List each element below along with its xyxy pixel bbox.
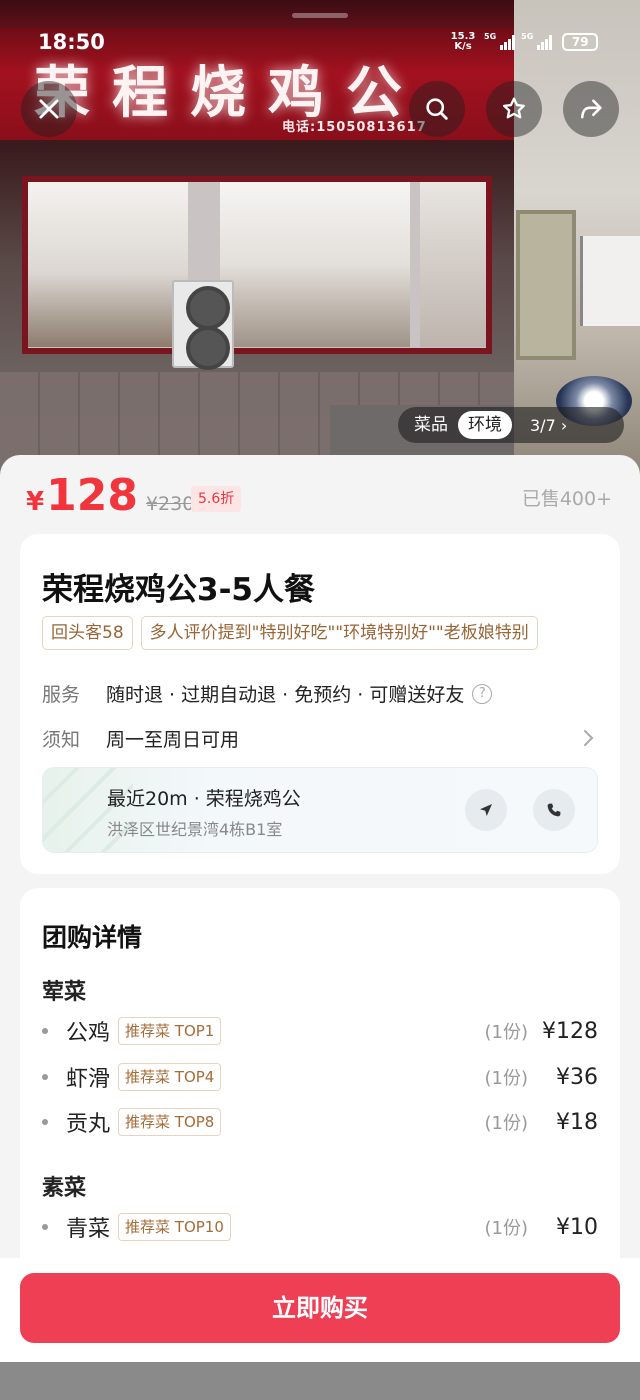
original-price: ¥230 <box>145 493 195 515</box>
deal-card: 荣程烧鸡公3-5人餐 回头客58 多人评价提到"特别好吃""环境特别好""老板娘… <box>20 534 620 874</box>
dish-quantity: (1份) <box>484 1022 529 1043</box>
dish-quantity: (1份) <box>484 1068 529 1089</box>
shop-window <box>420 182 486 347</box>
service-value: 随时退 · 过期自动退 · 免预约 · 可赠送好友 <box>106 684 465 706</box>
dish-name: 贡丸 <box>66 1112 111 1137</box>
battery-icon: 79 <box>562 33 599 51</box>
signal-icon <box>500 34 516 50</box>
interior-door <box>516 210 576 360</box>
system-nav-bar <box>0 1362 640 1400</box>
bullet <box>42 1028 48 1034</box>
notice-row[interactable]: 须知 周一至周日可用 <box>42 725 598 752</box>
search-button[interactable] <box>409 81 465 137</box>
signal-label: 5G <box>521 32 534 41</box>
share-icon <box>580 99 602 119</box>
bullet <box>42 1119 48 1125</box>
dish-price: ¥18 <box>556 1109 598 1135</box>
shop-window <box>28 182 188 347</box>
recommend-tag: 推荐菜 TOP4 <box>118 1063 222 1091</box>
gallery-tabs: 菜品 环境 3/7 › <box>398 407 624 443</box>
review-tags: 回头客58 多人评价提到"特别好吃""环境特别好""老板娘特别 <box>42 616 620 650</box>
navigate-button[interactable] <box>465 789 507 831</box>
dish-price: ¥10 <box>556 1214 598 1240</box>
repeat-customer-tag[interactable]: 回头客58 <box>42 616 133 650</box>
interior-table <box>580 236 640 326</box>
status-icons: 15.3 K/s 5G 5G 79 <box>448 31 599 52</box>
recommend-tag: 推荐菜 TOP10 <box>118 1213 231 1241</box>
group-title-meat: 荤菜 <box>42 980 87 1005</box>
signal-icon <box>537 34 553 50</box>
dish-row: 青菜 推荐菜 TOP10 (1份) ¥10 <box>42 1212 598 1242</box>
close-button[interactable] <box>21 81 77 137</box>
search-icon <box>426 98 448 120</box>
shop-door <box>220 182 410 347</box>
review-highlight-tag[interactable]: 多人评价提到"特别好吃""环境特别好""老板娘特别 <box>140 616 538 650</box>
group-buy-details-card: 团购详情 荤菜 公鸡 推荐菜 TOP1 (1份) ¥128 虾滑 推荐菜 TOP… <box>20 888 620 1308</box>
deal-title: 荣程烧鸡公3-5人餐 <box>42 572 316 608</box>
bullet <box>42 1224 48 1230</box>
gallery-counter[interactable]: 3/7 › <box>530 416 567 435</box>
tab-dishes[interactable]: 菜品 <box>404 411 458 439</box>
favorite-button[interactable] <box>486 81 542 137</box>
star-icon <box>503 97 525 119</box>
address-detail: 洪泽区世纪景湾4栋B1室 <box>107 820 283 839</box>
service-row[interactable]: 服务 随时退 · 过期自动退 · 免预约 · 可赠送好友 ? <box>42 680 598 707</box>
price-currency: ¥ <box>26 487 45 517</box>
dish-name: 虾滑 <box>66 1067 111 1092</box>
ac-unit <box>172 280 234 370</box>
tab-environment[interactable]: 环境 <box>458 411 512 439</box>
dish-name: 青菜 <box>66 1217 111 1242</box>
phone-icon <box>547 803 561 817</box>
dish-quantity: (1份) <box>484 1218 529 1239</box>
service-label: 服务 <box>42 684 81 706</box>
current-price: 128 <box>46 470 138 521</box>
address-box[interactable]: 最近20m · 荣程烧鸡公 洪泽区世纪景湾4栋B1室 <box>42 767 598 853</box>
discount-badge: 5.6折 <box>191 486 242 512</box>
address-title: 最近20m · 荣程烧鸡公 <box>107 788 301 810</box>
dish-price: ¥128 <box>542 1018 598 1044</box>
help-icon[interactable]: ? <box>472 683 493 704</box>
top-handle <box>292 13 348 18</box>
details-title: 团购详情 <box>42 923 143 952</box>
recommend-tag: 推荐菜 TOP1 <box>118 1017 222 1045</box>
net-speed: 15.3 K/s <box>450 31 476 52</box>
status-time: 18:50 <box>38 30 105 54</box>
dish-row: 贡丸 推荐菜 TOP8 (1份) ¥18 <box>42 1107 598 1137</box>
buy-now-button[interactable]: 立即购买 <box>20 1273 620 1343</box>
price-row: ¥ 128 ¥230 <box>26 470 194 521</box>
call-button[interactable] <box>533 789 575 831</box>
bullet <box>42 1074 48 1080</box>
dish-price: ¥36 <box>556 1064 598 1090</box>
signal-label: 5G <box>484 32 497 41</box>
recommend-tag: 推荐菜 TOP8 <box>118 1108 222 1136</box>
dish-quantity: (1份) <box>484 1113 529 1134</box>
dish-row: 虾滑 推荐菜 TOP4 (1份) ¥36 <box>42 1062 598 1092</box>
notice-value: 周一至周日可用 <box>106 729 240 751</box>
notice-label: 须知 <box>42 729 81 751</box>
dish-row: 公鸡 推荐菜 TOP1 (1份) ¥128 <box>42 1016 598 1046</box>
group-title-veg: 素菜 <box>42 1176 87 1201</box>
shop-sign-phone: 电话:15050813617 <box>282 120 427 135</box>
sold-count: 已售400+ <box>521 488 612 510</box>
navigation-arrow-icon <box>480 804 492 816</box>
chevron-right-icon <box>584 730 594 746</box>
dish-name: 公鸡 <box>66 1021 111 1046</box>
close-icon <box>39 99 59 119</box>
share-button[interactable] <box>563 81 619 137</box>
